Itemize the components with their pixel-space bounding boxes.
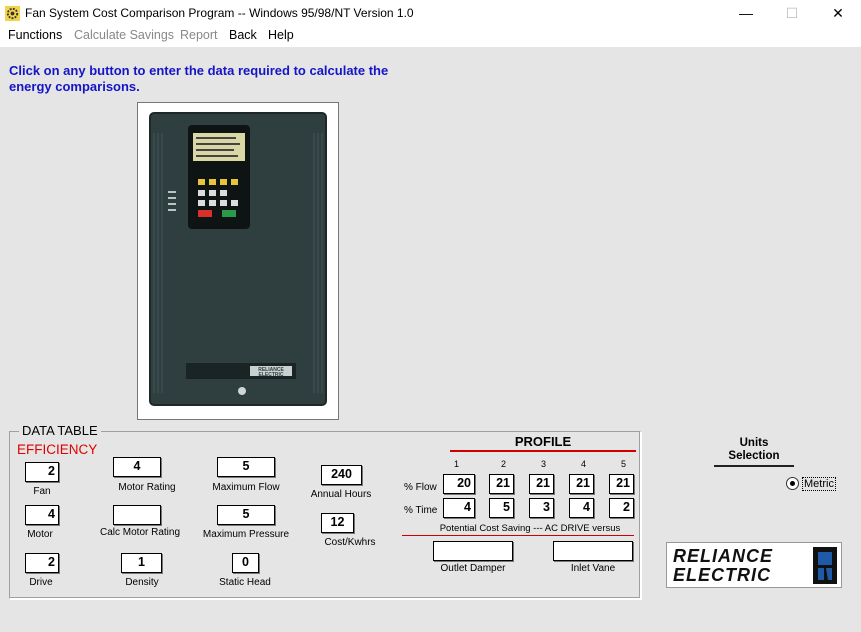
main-area: Click on any button to enter the data re… bbox=[0, 47, 861, 632]
radio-selected-dot bbox=[790, 481, 795, 486]
ac-drive-image: RELIANCE ELECTRIC bbox=[137, 102, 339, 420]
outlet-damper-field[interactable] bbox=[433, 541, 513, 561]
flow-field-2[interactable]: 21 bbox=[489, 474, 514, 494]
logo-line-1: RELIANCE bbox=[673, 546, 774, 566]
flow-field-5[interactable]: 21 bbox=[609, 474, 634, 494]
flow-field-1[interactable]: 20 bbox=[443, 474, 475, 494]
menu-calculate-savings[interactable]: Calculate Savings bbox=[74, 28, 174, 42]
profile-col-3: 3 bbox=[541, 459, 547, 469]
metric-radio[interactable] bbox=[786, 477, 799, 490]
motor-rating-field[interactable]: 4 bbox=[113, 457, 161, 477]
maximize-button[interactable]: ☐ bbox=[769, 0, 815, 27]
title-bar: Fan System Cost Comparison Program -- Wi… bbox=[0, 0, 861, 27]
fan-efficiency-label: Fan bbox=[33, 486, 51, 497]
data-table-group: DATA TABLE EFFICIENCY 2 Fan 4 Motor 2 Dr… bbox=[9, 423, 641, 599]
annual-hours-label: Annual Hours bbox=[310, 489, 372, 500]
time-row-label: % Time bbox=[404, 505, 438, 516]
drive-illustration bbox=[149, 112, 327, 406]
density-label: Density bbox=[125, 577, 159, 588]
density-field[interactable]: 1 bbox=[121, 553, 162, 573]
profile-col-2: 2 bbox=[501, 459, 507, 469]
reliance-r-mark-icon bbox=[813, 547, 837, 584]
profile-title: PROFILE bbox=[450, 434, 636, 452]
menu-report[interactable]: Report bbox=[180, 28, 218, 42]
flow-field-4[interactable]: 21 bbox=[569, 474, 594, 494]
maximum-pressure-field[interactable]: 5 bbox=[217, 505, 275, 525]
menu-bar: Functions Calculate Savings Report Back … bbox=[0, 27, 861, 47]
instruction-text: Click on any button to enter the data re… bbox=[9, 63, 389, 94]
close-button[interactable]: ✕ bbox=[815, 0, 861, 27]
savings-caption: Potential Cost Saving --- AC DRIVE versu… bbox=[439, 523, 621, 534]
profile-col-1: 1 bbox=[454, 459, 460, 469]
time-field-5[interactable]: 2 bbox=[609, 498, 634, 518]
inlet-vane-field[interactable] bbox=[553, 541, 633, 561]
outlet-damper-label: Outlet Damper bbox=[440, 563, 506, 574]
maximum-flow-label: Maximum Flow bbox=[212, 482, 280, 493]
static-head-field[interactable]: 0 bbox=[232, 553, 259, 573]
data-table-legend: DATA TABLE bbox=[19, 423, 101, 438]
time-field-3[interactable]: 3 bbox=[529, 498, 554, 518]
motor-efficiency-field[interactable]: 4 bbox=[25, 505, 59, 525]
motor-rating-label: Motor Rating bbox=[118, 482, 176, 493]
logo-line-2: ELECTRIC bbox=[673, 565, 771, 585]
window-title: Fan System Cost Comparison Program -- Wi… bbox=[25, 6, 414, 20]
cost-kwhrs-label: Cost/Kwhrs bbox=[324, 537, 376, 548]
menu-functions[interactable]: Functions bbox=[8, 28, 62, 42]
time-field-2[interactable]: 5 bbox=[489, 498, 514, 518]
profile-col-5: 5 bbox=[621, 459, 627, 469]
menu-back[interactable]: Back bbox=[229, 28, 257, 42]
static-head-label: Static Head bbox=[219, 577, 271, 588]
drive-brand-plate: RELIANCE ELECTRIC bbox=[258, 367, 284, 378]
inlet-vane-label: Inlet Vane bbox=[570, 563, 616, 574]
savings-divider bbox=[402, 535, 634, 536]
menu-help[interactable]: Help bbox=[268, 28, 294, 42]
units-selection-title: Units Selection bbox=[714, 437, 794, 467]
motor-efficiency-label: Motor bbox=[27, 529, 53, 540]
time-field-4[interactable]: 4 bbox=[569, 498, 594, 518]
flow-field-3[interactable]: 21 bbox=[529, 474, 554, 494]
annual-hours-field[interactable]: 240 bbox=[321, 465, 362, 485]
gear-app-icon bbox=[5, 6, 20, 21]
reliance-electric-logo: RELIANCE ELECTRIC bbox=[666, 542, 842, 588]
drive-efficiency-label: Drive bbox=[29, 577, 53, 588]
calc-motor-rating-field[interactable] bbox=[113, 505, 161, 525]
minimize-button[interactable]: — bbox=[723, 0, 769, 27]
profile-col-4: 4 bbox=[581, 459, 587, 469]
calc-motor-rating-label: Calc Motor Rating bbox=[99, 527, 181, 538]
fan-efficiency-field[interactable]: 2 bbox=[25, 462, 59, 482]
drive-efficiency-field[interactable]: 2 bbox=[25, 553, 59, 573]
flow-row-label: % Flow bbox=[404, 482, 437, 493]
efficiency-title: EFFICIENCY bbox=[17, 442, 98, 457]
maximum-flow-field[interactable]: 5 bbox=[217, 457, 275, 477]
cost-kwhrs-field[interactable]: 12 bbox=[321, 513, 354, 533]
time-field-1[interactable]: 4 bbox=[443, 498, 475, 518]
maximum-pressure-label: Maximum Pressure bbox=[202, 529, 290, 540]
metric-radio-label[interactable]: Metric bbox=[802, 477, 836, 491]
